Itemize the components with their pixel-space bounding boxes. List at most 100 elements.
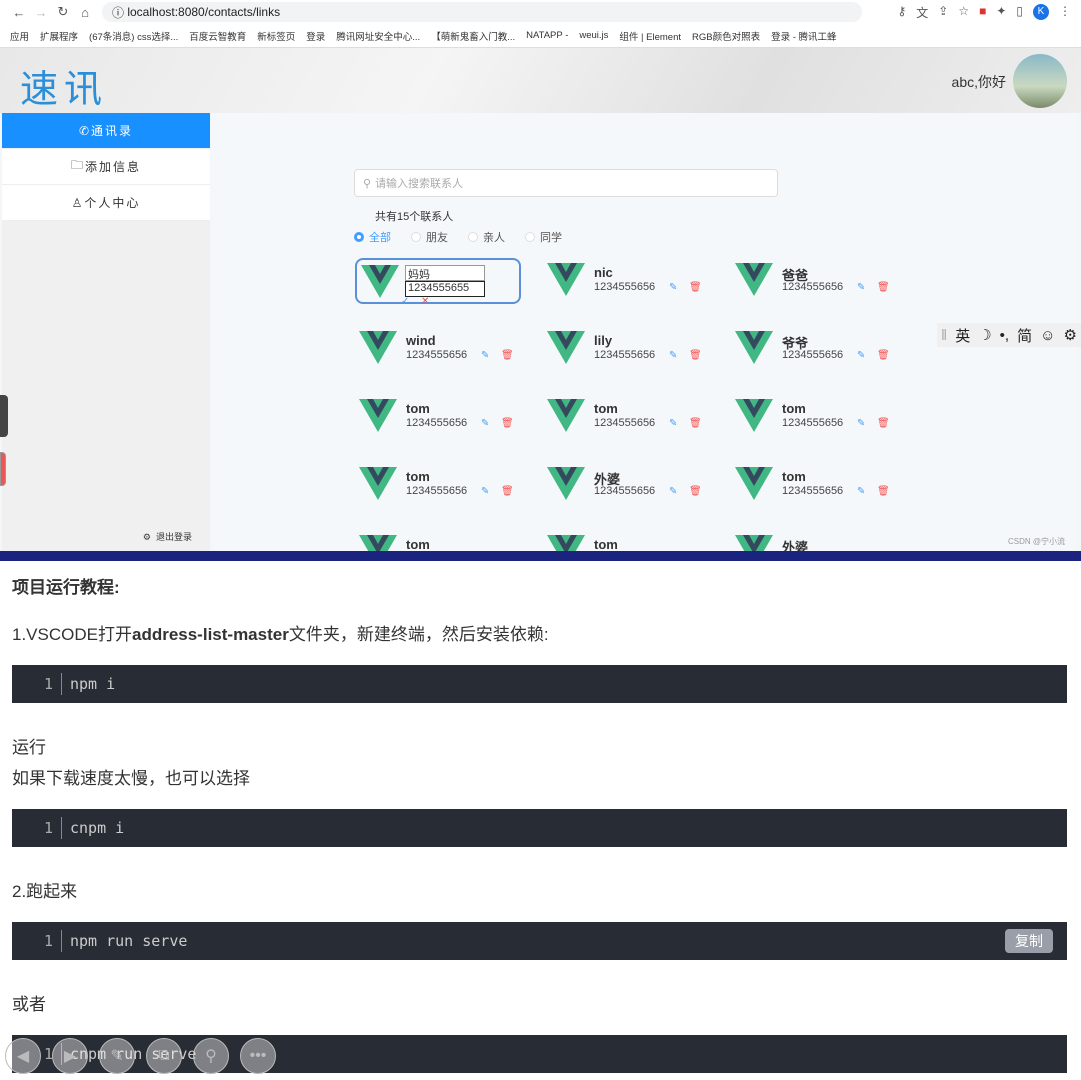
delete-icon[interactable]: 🗑: [501, 486, 514, 497]
bookmark-item[interactable]: 【萌新鬼畜入门教...: [431, 29, 515, 43]
ime-button[interactable]: ☺: [1040, 327, 1055, 344]
sidepanel-icon[interactable]: ▯: [1016, 4, 1023, 21]
search-icon[interactable]: ⚲: [193, 1038, 229, 1074]
contact-card[interactable]: tom 1234555656 ✎ 🗑: [355, 394, 521, 440]
pen-icon[interactable]: ✎: [99, 1038, 135, 1074]
edit-icon[interactable]: ✎: [481, 486, 489, 497]
edit-icon[interactable]: ✎: [669, 282, 677, 293]
delete-icon[interactable]: 🗑: [689, 282, 702, 293]
confirm-icon[interactable]: ✓: [401, 296, 409, 307]
logout-button[interactable]: ⚙ 退出登录: [143, 530, 192, 543]
bookmark-item[interactable]: NATAPP -: [526, 30, 568, 41]
ime-button[interactable]: ☽: [978, 326, 991, 344]
side-handle-red[interactable]: [0, 452, 6, 486]
filter-radio[interactable]: 同学: [525, 229, 562, 245]
sidebar-item-profile[interactable]: ♙ 个人中心: [2, 185, 210, 221]
ime-button[interactable]: 英: [955, 325, 970, 346]
contact-card[interactable]: nic 1234555656 ✎ 🗑: [543, 258, 709, 304]
ime-button[interactable]: •,: [1000, 327, 1009, 344]
address-bar[interactable]: ⓘ localhost:8080/contacts/links: [102, 2, 862, 22]
bookmark-item[interactable]: 新标签页: [257, 29, 295, 43]
bookmark-item[interactable]: (67条消息) css选择...: [89, 29, 178, 43]
contact-card[interactable]: tom: [543, 530, 709, 551]
prev-icon[interactable]: ◀: [5, 1038, 41, 1074]
key-icon[interactable]: ⚷: [897, 4, 906, 21]
edit-icon[interactable]: ✎: [481, 418, 489, 429]
contact-card[interactable]: 爸爸 1234555656 ✎ 🗑: [731, 258, 897, 304]
delete-icon[interactable]: 🗑: [877, 282, 890, 293]
ime-button[interactable]: ⚙: [1063, 326, 1076, 344]
bookmark-item[interactable]: 扩展程序: [40, 29, 78, 43]
contact-card[interactable]: lily 1234555656 ✎ 🗑: [543, 326, 709, 372]
cancel-icon[interactable]: ✕: [421, 296, 429, 307]
reload-icon[interactable]: ↻: [52, 4, 74, 20]
radio-label: 全部: [369, 232, 391, 244]
next-icon[interactable]: ▶: [52, 1038, 88, 1074]
search-input[interactable]: ⚲ 请输入搜索联系人: [354, 169, 778, 197]
translate-icon[interactable]: 文: [916, 4, 928, 21]
edit-icon[interactable]: ✎: [481, 350, 489, 361]
contact-card[interactable]: tom 1234555656 ✎ 🗑: [355, 462, 521, 508]
bookmark-item[interactable]: 组件 | Element: [619, 29, 681, 43]
contact-card[interactable]: tom 1234555656 ✎ 🗑: [543, 394, 709, 440]
edit-icon[interactable]: ✎: [857, 282, 865, 293]
delete-icon[interactable]: 🗑: [501, 350, 514, 361]
sidebar-item-contacts[interactable]: ✆ 通讯录: [2, 113, 210, 149]
contact-card[interactable]: 外婆 1234555656 ✎ 🗑: [543, 462, 709, 508]
edit-icon[interactable]: ✎: [857, 486, 865, 497]
code-block[interactable]: 1 npm i: [12, 665, 1067, 703]
vue-logo-icon: [359, 535, 397, 551]
menu-icon[interactable]: ⋮: [1059, 4, 1071, 21]
filter-radio[interactable]: 全部: [354, 229, 391, 245]
contact-card[interactable]: 外婆: [731, 530, 897, 551]
bookmark-item[interactable]: RGB颜色对照表: [692, 29, 760, 43]
delete-icon[interactable]: 🗑: [877, 418, 890, 429]
phone-edit-input[interactable]: 1234555655: [405, 281, 485, 297]
copy-window-icon[interactable]: ⧉: [146, 1038, 182, 1074]
forward-icon[interactable]: →: [30, 5, 52, 20]
back-icon[interactable]: ←: [8, 5, 30, 20]
edit-icon[interactable]: ✎: [857, 418, 865, 429]
bookmark-item[interactable]: 百度云智教育: [189, 29, 246, 43]
more-icon[interactable]: •••: [240, 1038, 276, 1074]
profile-avatar[interactable]: K: [1033, 3, 1049, 20]
name-edit-input[interactable]: 妈妈: [405, 265, 485, 281]
edit-icon[interactable]: ✎: [669, 350, 677, 361]
code-block[interactable]: 1 npm run serve 复制: [12, 922, 1067, 960]
delete-icon[interactable]: 🗑: [877, 486, 890, 497]
contact-card[interactable]: 妈妈 1234555655 ✓ ✕: [355, 258, 521, 307]
ime-button[interactable]: 简: [1017, 325, 1032, 346]
bookmark-item[interactable]: 登录 - 腾讯工蜂: [771, 29, 836, 43]
star-icon[interactable]: ☆: [958, 4, 969, 21]
bookmark-item[interactable]: 腾讯网址安全中心...: [336, 29, 420, 43]
delete-icon[interactable]: 🗑: [689, 486, 702, 497]
contact-phone: 1234555656: [782, 349, 844, 361]
delete-icon[interactable]: 🗑: [877, 350, 890, 361]
side-handle[interactable]: [0, 395, 8, 437]
filter-radio[interactable]: 亲人: [468, 229, 505, 245]
contact-card[interactable]: tom 1234555656 ✎ 🗑: [731, 462, 897, 508]
sidebar-item-add[interactable]: 🗀 添加信息: [2, 149, 210, 185]
delete-icon[interactable]: 🗑: [501, 418, 514, 429]
bookmark-item[interactable]: 应用: [10, 29, 29, 43]
delete-icon[interactable]: 🗑: [689, 418, 702, 429]
contact-card[interactable]: tom 1234555656 ✎ 🗑: [731, 394, 897, 440]
contact-count: 共有15个联系人: [375, 211, 454, 223]
code-block[interactable]: 1 cnpm i: [12, 809, 1067, 847]
extension-icon[interactable]: ■: [979, 4, 986, 21]
filter-radio[interactable]: 朋友: [411, 229, 448, 245]
home-icon[interactable]: ⌂: [74, 5, 96, 20]
copy-button[interactable]: 复制: [1005, 929, 1053, 953]
edit-icon[interactable]: ✎: [669, 418, 677, 429]
contact-card[interactable]: tom: [355, 530, 521, 551]
avatar[interactable]: [1013, 54, 1067, 108]
bookmark-item[interactable]: 登录: [306, 29, 325, 43]
edit-icon[interactable]: ✎: [669, 486, 677, 497]
puzzle-icon[interactable]: ✦: [996, 4, 1006, 21]
contact-card[interactable]: 爷爷 1234555656 ✎ 🗑: [731, 326, 897, 372]
edit-icon[interactable]: ✎: [857, 350, 865, 361]
contact-card[interactable]: wind 1234555656 ✎ 🗑: [355, 326, 521, 372]
share-icon[interactable]: ⇪: [938, 4, 948, 21]
delete-icon[interactable]: 🗑: [689, 350, 702, 361]
bookmark-item[interactable]: weui.js: [579, 30, 608, 41]
